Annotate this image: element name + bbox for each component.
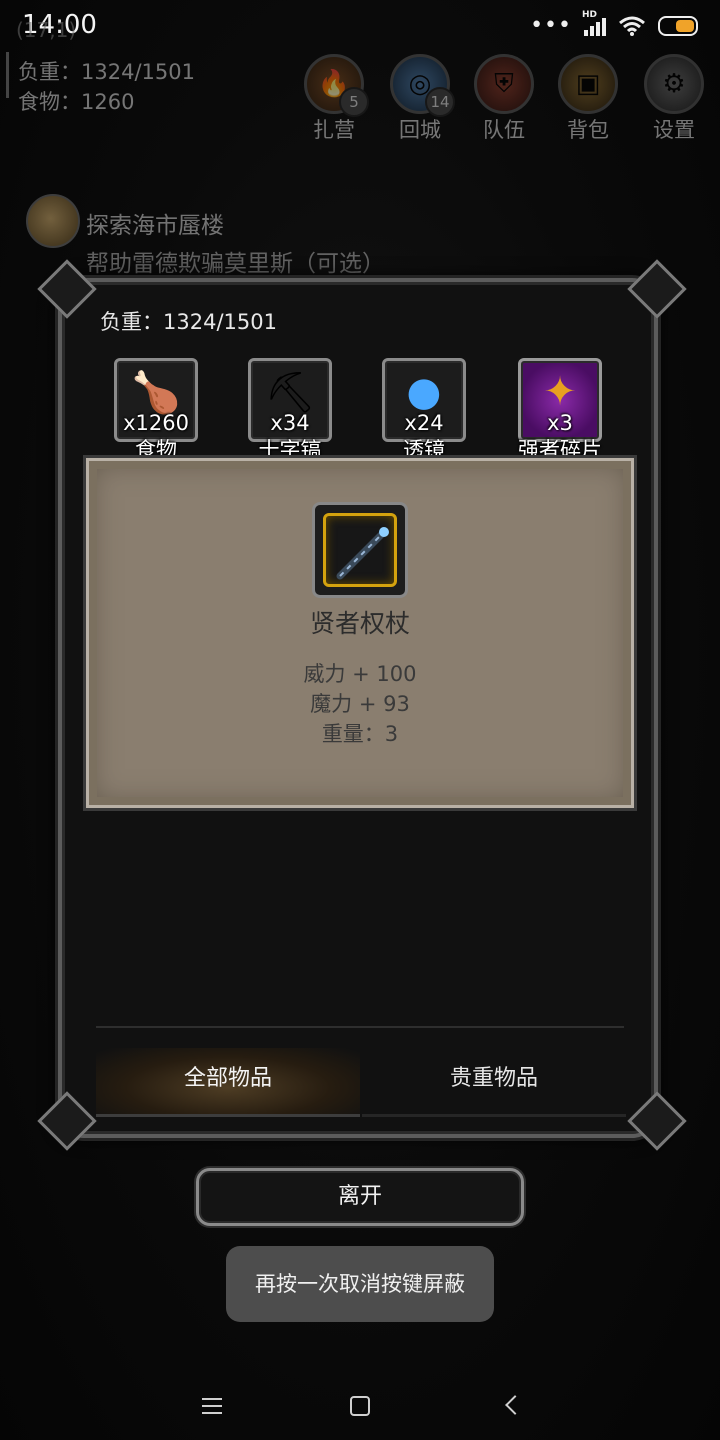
hud-food: 食物：1260 xyxy=(18,90,135,114)
pickaxe-icon: ⛏ xyxy=(264,370,316,416)
camp-button[interactable]: 🔥 5 扎营 xyxy=(302,54,369,144)
item-stat-magic: 魔力 + 93 xyxy=(310,692,410,716)
hud-weight: 负重：1324/1501 xyxy=(18,60,195,84)
item-name: 贤者权杖 xyxy=(309,609,410,638)
resource-qty: x1260 xyxy=(123,411,189,435)
resource-qty: x34 xyxy=(270,411,310,435)
back-icon xyxy=(505,1395,525,1415)
shield-icon: ⛨ xyxy=(494,69,514,99)
hud-divider xyxy=(6,52,9,98)
backpack-icon: ▣ xyxy=(575,69,601,99)
item-slot xyxy=(312,502,408,598)
team-label: 队伍 xyxy=(483,118,525,142)
meat-icon: 🍗 xyxy=(131,370,181,416)
tab-all-items[interactable]: 全部物品 xyxy=(96,1048,360,1117)
leave-button[interactable]: 离开 xyxy=(196,1168,524,1226)
backpack-label: 背包 xyxy=(567,118,609,142)
camp-label: 扎营 xyxy=(313,118,355,142)
dialog-weight: 负重：1324/1501 xyxy=(100,310,277,334)
item-stat-power: 威力 + 100 xyxy=(303,662,417,686)
resource-shard[interactable]: ✦ x3 强者碎片 xyxy=(518,358,602,462)
backpack-button[interactable]: ▣ 背包 xyxy=(556,54,620,144)
quest-subtitle: 帮助雷德欺骗莫里斯（可选） xyxy=(86,251,385,277)
return-town-label: 回城 xyxy=(399,118,441,142)
home-button[interactable] xyxy=(330,1380,390,1430)
system-nav-bar xyxy=(0,1370,720,1440)
gear-icon: ⚙ xyxy=(662,69,686,99)
resource-lens[interactable]: ● x24 透镜 xyxy=(382,358,466,462)
return-town-button[interactable]: ◎ 14 回城 xyxy=(388,54,455,144)
quest-title: 探索海市蜃楼 xyxy=(86,213,224,239)
toast-message: 再按一次取消按键屏蔽 xyxy=(226,1246,494,1322)
resource-qty: x3 xyxy=(547,411,573,435)
item-stat-weight: 重量：3 xyxy=(321,722,399,746)
resource-food[interactable]: 🍗 x1260 食物 xyxy=(114,358,198,462)
shard-icon: ✦ xyxy=(543,369,577,415)
team-button[interactable]: ⛨ 队伍 xyxy=(472,54,536,144)
home-icon xyxy=(350,1396,370,1416)
recents-button[interactable] xyxy=(182,1380,242,1430)
hud-background: (17,1) 负重：1324/1501 食物：1260 🔥 5 扎营 ◎ 14 … xyxy=(0,0,720,300)
lens-icon: ● xyxy=(406,369,442,415)
quest-scroll-icon xyxy=(26,194,80,248)
map-coordinate: (17,1) xyxy=(16,18,77,42)
scepter-icon xyxy=(336,527,389,580)
return-town-badge: 14 xyxy=(425,87,455,117)
resource-qty: x24 xyxy=(404,411,444,435)
game-screen: 14:00 ••• HD (17,1) 负重：1324/1501 食物：1260… xyxy=(0,0,720,1440)
back-button[interactable] xyxy=(482,1380,542,1430)
settings-button[interactable]: ⚙ 设置 xyxy=(642,54,706,144)
tab-divider xyxy=(96,1026,624,1028)
camp-badge: 5 xyxy=(339,87,369,117)
resource-pickaxe[interactable]: ⛏ x34 十字镐 xyxy=(248,358,332,462)
tab-valuable-items[interactable]: 贵重物品 xyxy=(362,1048,626,1117)
settings-label: 设置 xyxy=(653,118,695,142)
